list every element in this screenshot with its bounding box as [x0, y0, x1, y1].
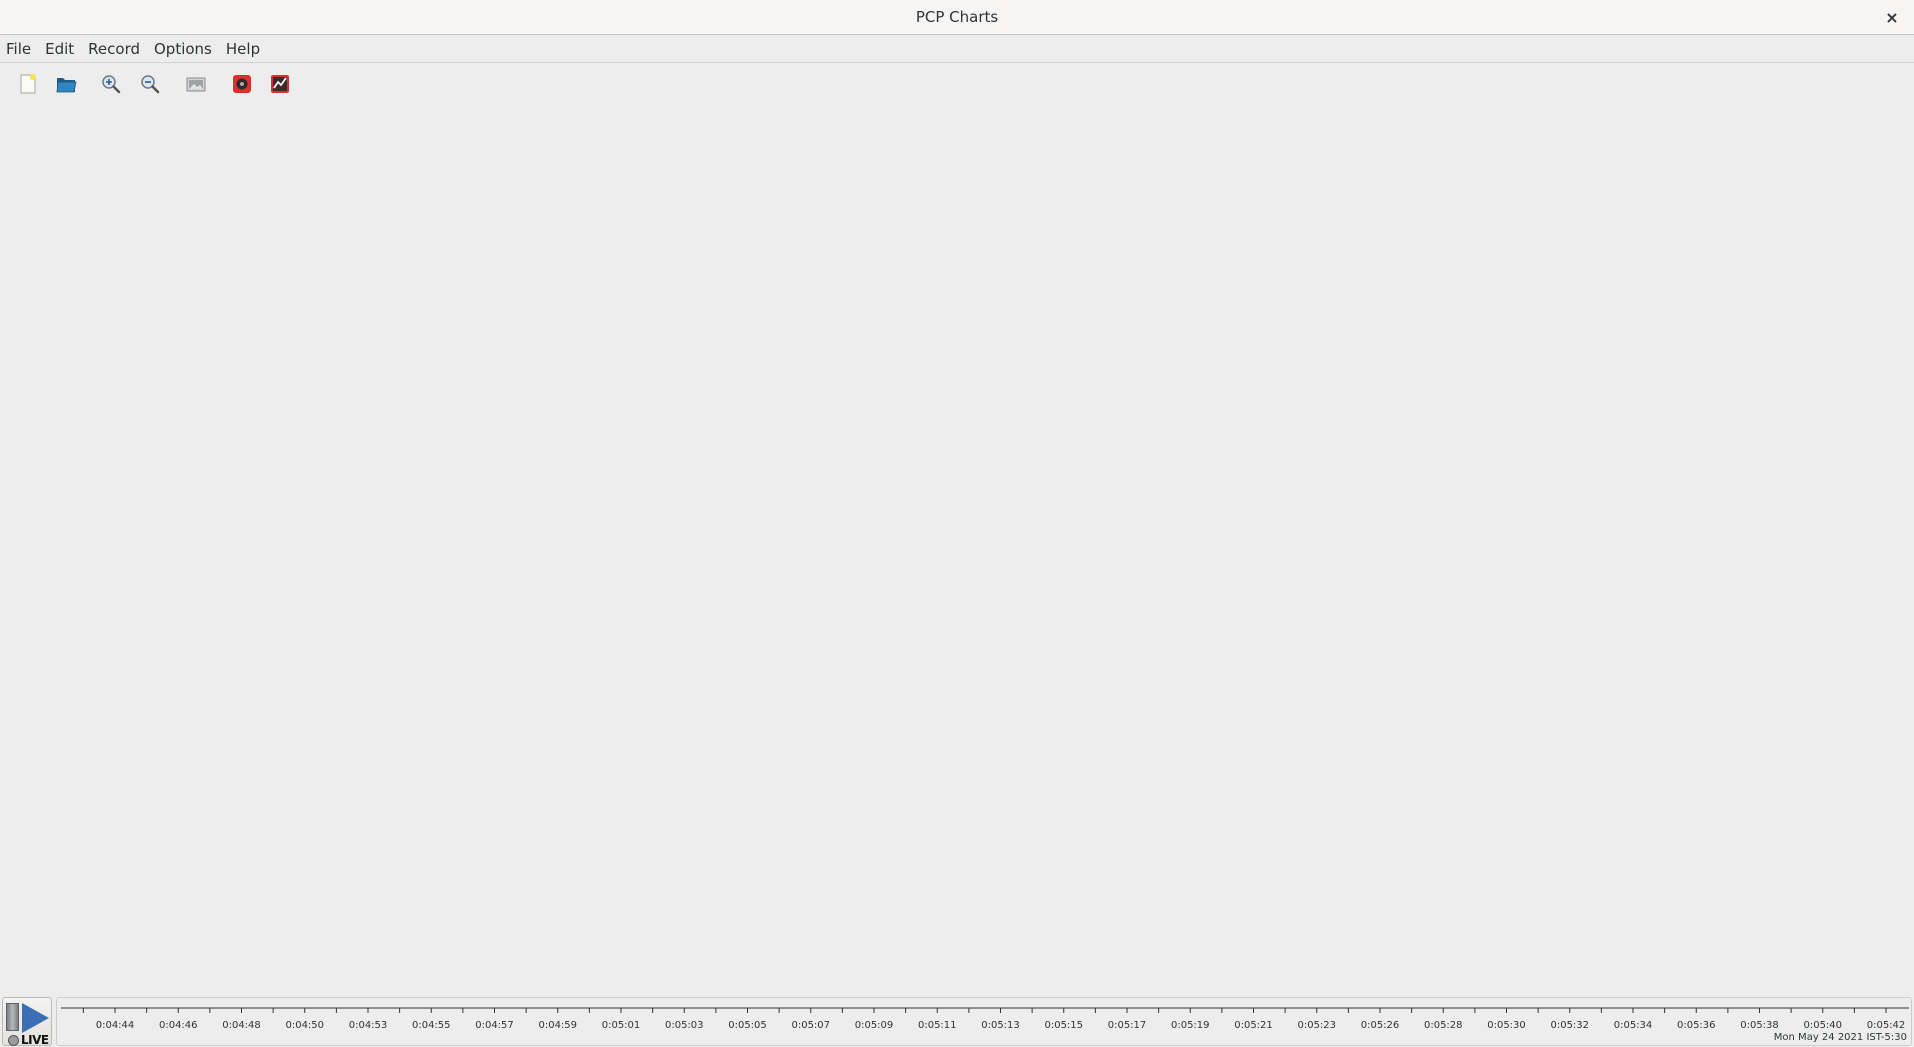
time-axis-label: 0:04:44	[95, 1020, 135, 1031]
time-axis-label: 0:05:26	[1360, 1020, 1400, 1031]
menu-options[interactable]: Options	[148, 36, 220, 63]
menu-file[interactable]: File	[0, 36, 39, 63]
time-axis-label: 0:05:40	[1803, 1020, 1843, 1031]
slider-bar	[6, 1003, 19, 1031]
time-axis-label: 0:05:28	[1423, 1020, 1463, 1031]
time-axis-label: 0:04:48	[222, 1020, 261, 1031]
menu-record[interactable]: Record	[82, 36, 148, 63]
time-axis-label: 0:04:53	[348, 1020, 388, 1031]
time-axis-label: 0:05:13	[981, 1020, 1020, 1031]
menu-edit[interactable]: Edit	[39, 36, 82, 63]
zoom-in-icon	[102, 75, 121, 94]
time-axis-label: 0:05:38	[1740, 1020, 1779, 1031]
status-dot-icon	[8, 1035, 19, 1046]
live-label: LIVE	[21, 1033, 49, 1047]
title-bar: PCP Charts ×	[0, 0, 1914, 35]
time-axis-label: 0:05:36	[1676, 1020, 1716, 1031]
time-axis-label: 0:04:57	[475, 1020, 514, 1031]
time-axis-label: 0:04:50	[285, 1020, 325, 1031]
open-view-button[interactable]	[53, 71, 79, 97]
time-axis-label: 0:05:07	[791, 1020, 831, 1031]
time-axis-label: 0:05:11	[917, 1020, 957, 1031]
time-axis-label: 0:05:03	[664, 1020, 704, 1031]
chart-icon	[271, 75, 289, 93]
time-axis-label: 0:05:30	[1487, 1020, 1526, 1031]
date-stamp: Mon May 24 2021 IST-5:30	[1773, 1032, 1907, 1043]
zoom-out-icon	[141, 75, 160, 94]
time-axis-label: 0:05:23	[1297, 1020, 1337, 1031]
new-chart-button[interactable]	[15, 71, 41, 97]
time-control-bar: LIVE Mon May 24 2021 IST-5:30 0:04:44 0:0…	[0, 997, 1914, 1047]
time-axis[interactable]: Mon May 24 2021 IST-5:30 0:04:44 0:04:46 0…	[56, 997, 1912, 1046]
time-axis-label: 0:04:59	[538, 1020, 578, 1031]
time-axis-label: 0:05:17	[1107, 1020, 1147, 1031]
time-axis-label: 0:05:09	[854, 1020, 894, 1031]
new-chart-button-2[interactable]	[267, 71, 293, 97]
time-axis-label: 0:05:32	[1550, 1020, 1590, 1031]
zoom-out-button[interactable]	[137, 71, 163, 97]
menu-bar: File Edit Record Options Help	[0, 36, 1914, 63]
time-axis-label: 0:05:15	[1044, 1020, 1084, 1031]
time-axis-label: 0:05:01	[601, 1020, 641, 1031]
time-axis-label: 0:05:05	[728, 1020, 767, 1031]
toolbar	[0, 66, 1914, 102]
menu-help[interactable]: Help	[220, 36, 268, 63]
zoom-in-button[interactable]	[98, 71, 124, 97]
live-play-button[interactable]: LIVE	[2, 997, 52, 1047]
time-axis-label: 0:05:42	[1866, 1020, 1906, 1031]
window-title: PCP Charts	[915, 8, 999, 26]
open-folder-icon	[56, 78, 77, 93]
time-axis-label: 0:05:19	[1170, 1020, 1210, 1031]
play-icon	[22, 1003, 49, 1033]
record-icon	[233, 75, 251, 93]
time-axis-label: 0:05:21	[1234, 1020, 1273, 1031]
export-image-button[interactable]	[183, 71, 209, 97]
time-axis-label: 0:04:46	[158, 1020, 198, 1031]
time-axis-label: 0:05:34	[1613, 1020, 1653, 1031]
image-icon	[186, 77, 206, 92]
record-button[interactable]	[229, 71, 255, 97]
chart-area	[0, 102, 1914, 997]
time-axis-label: 0:04:55	[411, 1020, 451, 1031]
new-document-icon	[20, 74, 36, 94]
close-button[interactable]: ×	[1882, 7, 1902, 27]
